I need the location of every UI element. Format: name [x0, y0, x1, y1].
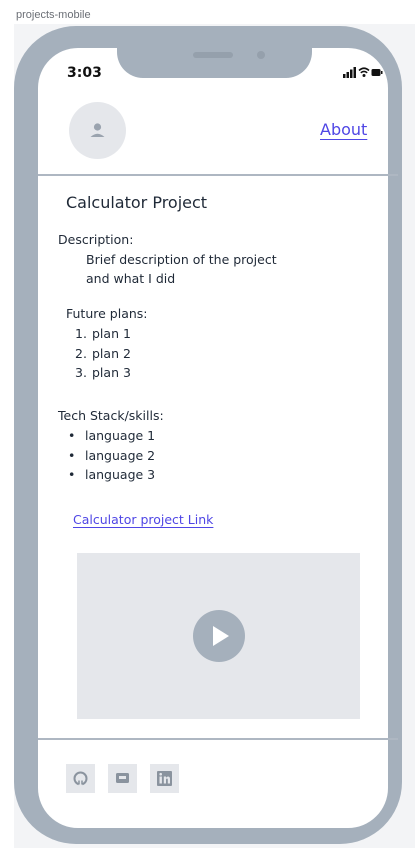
video-player[interactable] — [77, 553, 360, 719]
tech-stack-list: • language 1 • language 2 • language 3 — [68, 426, 155, 485]
description-text: Brief description of the project and wha… — [86, 250, 306, 288]
github-icon — [73, 771, 88, 786]
project-link[interactable]: Calculator project Link — [73, 512, 213, 527]
speaker-grille — [193, 52, 233, 58]
description-label: Description: — [58, 232, 134, 247]
description-line: Brief description of the project — [86, 252, 277, 267]
github-link[interactable] — [66, 764, 95, 793]
linkedin-icon — [157, 771, 172, 786]
list-item: 1. plan 1 — [75, 326, 131, 341]
future-plans-list: 1. plan 1 2. plan 2 3. plan 3 — [75, 324, 131, 383]
camera-dot — [257, 51, 265, 59]
list-item: 3. plan 3 — [75, 365, 131, 380]
wifi-icon — [358, 67, 370, 77]
about-link[interactable]: About — [320, 120, 367, 139]
linkedin-link[interactable] — [150, 764, 179, 793]
list-item: • language 3 — [68, 467, 156, 482]
status-icons — [343, 64, 383, 78]
future-plans-label: Future plans: — [66, 306, 148, 321]
play-icon — [213, 626, 229, 646]
chat-link[interactable] — [108, 764, 137, 793]
list-item: 2. plan 2 — [75, 345, 131, 361]
signal-icon — [343, 67, 356, 78]
status-time: 3:03 — [67, 65, 102, 81]
battery-icon — [371, 69, 383, 76]
avatar[interactable] — [69, 102, 126, 159]
user-icon — [90, 123, 105, 137]
header-divider — [38, 174, 398, 176]
play-button[interactable] — [193, 610, 245, 662]
frame-label: projects-mobile — [16, 9, 91, 21]
tech-stack-label: Tech Stack/skills: — [58, 408, 164, 423]
page-title: Calculator Project — [66, 193, 208, 212]
description-line: and what I did — [86, 271, 176, 286]
list-item: • language 1 — [68, 428, 156, 443]
list-item: • language 2 — [68, 447, 156, 463]
chat-icon — [116, 773, 129, 783]
footer-divider — [38, 738, 398, 740]
